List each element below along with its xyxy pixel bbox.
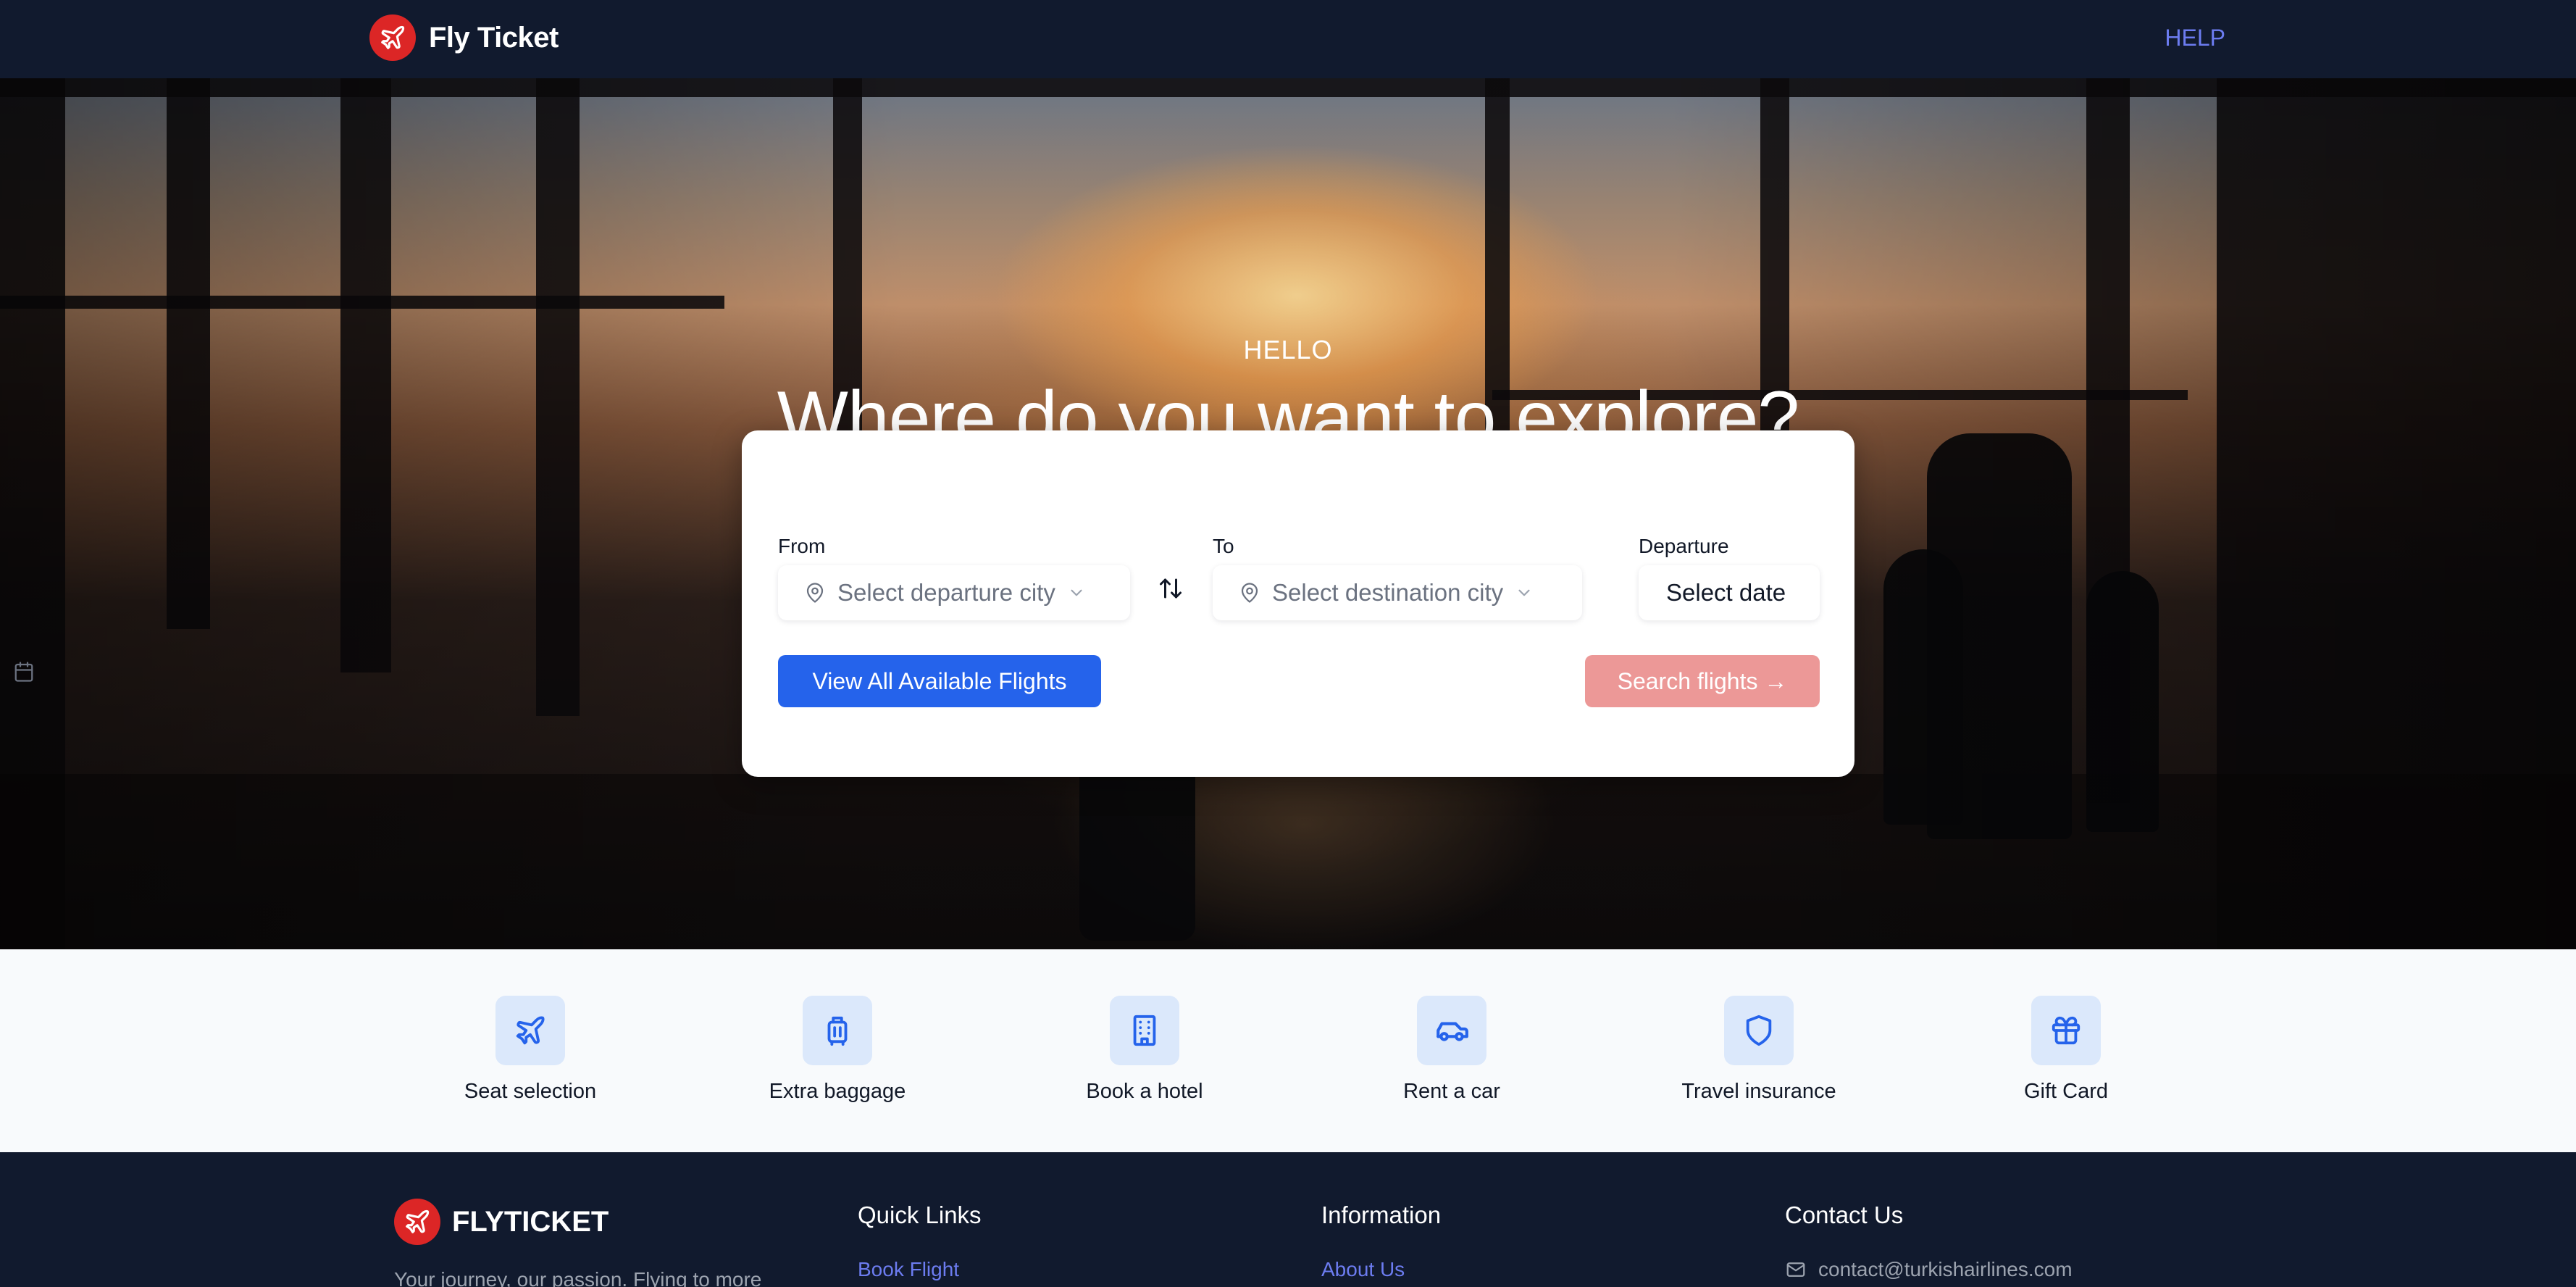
- calendar-icon[interactable]: [13, 661, 35, 686]
- service-rent-car[interactable]: Rent a car: [1343, 996, 1560, 1104]
- brand-logo-link[interactable]: Fly Ticket: [369, 14, 559, 61]
- departure-label: Departure: [1639, 535, 1729, 557]
- contact-email: contact@turkishairlines.com: [1818, 1258, 2073, 1280]
- services-bar: Seat selection Extra baggage Book a hote…: [0, 949, 2576, 1152]
- departure-date-picker[interactable]: Select date: [1639, 565, 1820, 620]
- map-pin-icon: [806, 583, 824, 603]
- top-navbar: Fly Ticket HELP: [0, 0, 2576, 78]
- service-label: Gift Card: [2023, 1080, 2109, 1103]
- service-travel-insurance[interactable]: Travel insurance: [1650, 996, 1868, 1104]
- map-pin-icon: [1241, 583, 1258, 603]
- shield-icon: [1724, 996, 1794, 1065]
- service-seat-selection[interactable]: Seat selection: [422, 996, 639, 1104]
- search-flights-button[interactable]: Search flights →: [1585, 655, 1820, 707]
- contact-email-row[interactable]: contact@turkishairlines.com: [1785, 1258, 2073, 1281]
- footer-link-book-flight[interactable]: Book Flight: [858, 1258, 959, 1281]
- footer-link-about-us[interactable]: About Us: [1321, 1258, 1405, 1281]
- destination-city-placeholder: Select destination city: [1272, 579, 1504, 606]
- gift-icon: [2031, 996, 2101, 1065]
- help-link[interactable]: HELP: [2165, 25, 2225, 51]
- from-label: From: [778, 535, 826, 557]
- footer-brand[interactable]: FLYTICKET: [394, 1199, 609, 1245]
- destination-city-select[interactable]: Select destination city: [1213, 565, 1582, 620]
- service-book-hotel[interactable]: Book a hotel: [1036, 996, 1253, 1104]
- service-label: Travel insurance: [1681, 1080, 1836, 1103]
- view-all-flights-button[interactable]: View All Available Flights: [778, 655, 1101, 707]
- departure-city-select[interactable]: Select departure city: [778, 565, 1130, 620]
- departure-date-value: Select date: [1666, 579, 1786, 606]
- airplane-logo-icon: [369, 14, 416, 61]
- swap-cities-icon[interactable]: [1158, 575, 1184, 601]
- service-gift-card[interactable]: Gift Card: [1957, 996, 2175, 1104]
- quick-links-heading: Quick Links: [858, 1201, 982, 1228]
- information-heading: Information: [1321, 1201, 1442, 1228]
- flight-search-card: From Select departure city To Select des…: [742, 430, 1854, 777]
- service-extra-baggage[interactable]: Extra baggage: [729, 996, 946, 1104]
- service-label: Seat selection: [464, 1080, 597, 1103]
- mail-icon: [1786, 1262, 1805, 1277]
- chevron-down-icon: [1071, 589, 1082, 596]
- luggage-icon: [803, 996, 872, 1065]
- airplane-icon: [495, 996, 565, 1065]
- brand-name: Fly Ticket: [429, 21, 559, 54]
- car-icon: [1417, 996, 1486, 1065]
- service-label: Book a hotel: [1086, 1080, 1203, 1103]
- site-footer: FLYTICKET Your journey, our passion. Fly…: [0, 1152, 2576, 1287]
- service-label: Rent a car: [1403, 1080, 1500, 1103]
- service-label: Extra baggage: [769, 1080, 906, 1103]
- hero-greeting: HELLO: [1243, 335, 1333, 365]
- chevron-down-icon: [1518, 589, 1530, 596]
- to-label: To: [1213, 535, 1234, 557]
- footer-brand-name: FLYTICKET: [452, 1205, 609, 1238]
- building-icon: [1110, 996, 1179, 1065]
- footer-tagline: Your journey, our passion. Flying to mor…: [394, 1268, 762, 1287]
- airplane-logo-icon: [394, 1199, 440, 1245]
- departure-city-placeholder: Select departure city: [837, 579, 1055, 606]
- contact-heading: Contact Us: [1785, 1201, 1904, 1228]
